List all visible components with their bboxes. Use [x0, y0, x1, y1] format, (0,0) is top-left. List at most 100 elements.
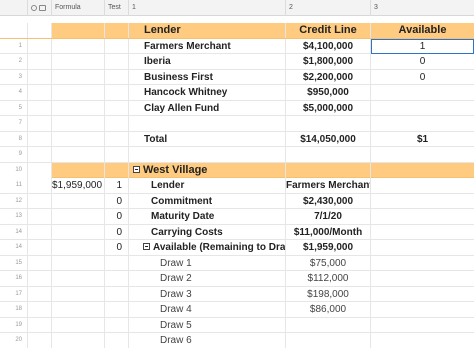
test-cell[interactable] — [105, 100, 129, 116]
row-number[interactable]: 20 — [0, 333, 28, 348]
row-number[interactable]: 10 — [0, 162, 28, 178]
formula-cell[interactable] — [52, 240, 105, 255]
formula-cell[interactable] — [52, 38, 105, 54]
formula-cell[interactable] — [52, 100, 105, 116]
col3-cell[interactable] — [371, 271, 474, 286]
col3-cell[interactable] — [371, 287, 474, 302]
column-header-2[interactable]: 2 — [286, 0, 371, 16]
formula-cell[interactable] — [52, 286, 105, 302]
formula-cell[interactable] — [52, 85, 105, 100]
row-number[interactable]: 13 — [0, 209, 28, 224]
row-number[interactable] — [0, 23, 28, 38]
col3-cell[interactable] — [371, 178, 474, 193]
col3-cell[interactable] — [371, 318, 474, 333]
row-number[interactable]: 11 — [0, 178, 28, 193]
primary-cell[interactable]: Draw 1 — [129, 255, 286, 271]
formula-cell[interactable] — [52, 224, 105, 240]
primary-cell[interactable]: Clay Allen Fund — [129, 100, 286, 116]
table-row[interactable]: 18 Draw 4 $86,000 — [0, 302, 474, 318]
formula-cell[interactable] — [52, 131, 105, 147]
col2-cell[interactable]: $2,430,000 — [286, 193, 371, 209]
primary-cell[interactable]: Lender — [129, 178, 286, 193]
col3-cell-selected[interactable]: 1 — [371, 38, 474, 54]
test-cell[interactable] — [105, 116, 129, 131]
table-row[interactable]: 4 Hancock Whitney $950,000 — [0, 85, 474, 101]
col3-cell[interactable] — [371, 116, 474, 131]
corner-cell[interactable] — [0, 0, 28, 16]
row-number[interactable]: 4 — [0, 85, 28, 100]
primary-cell[interactable]: Available (Remaining to Draw) — [129, 240, 286, 255]
formula-cell[interactable] — [52, 162, 105, 178]
col3-cell[interactable] — [371, 147, 474, 162]
table-row[interactable]: 16 Draw 2 $112,000 — [0, 271, 474, 287]
col3-cell[interactable] — [371, 194, 474, 209]
col2-cell[interactable]: $1,959,000 — [286, 240, 371, 255]
formula-cell[interactable] — [52, 333, 105, 348]
test-cell[interactable] — [105, 317, 129, 333]
row-number[interactable]: 14 — [0, 240, 28, 255]
table-row[interactable]: 14 0 Carrying Costs $11,000/Month — [0, 224, 474, 240]
primary-cell[interactable]: Draw 3 — [129, 286, 286, 302]
primary-cell[interactable]: Maturity Date — [129, 209, 286, 224]
formula-cell[interactable] — [52, 255, 105, 271]
table-row[interactable]: 5 Clay Allen Fund $5,000,000 — [0, 100, 474, 116]
test-cell[interactable] — [105, 271, 129, 286]
column-header-3[interactable]: 3 — [371, 0, 474, 16]
row-number[interactable]: 12 — [0, 193, 28, 209]
table-row[interactable]: 7 — [0, 116, 474, 132]
table-row[interactable]: 17 Draw 3 $198,000 — [0, 286, 474, 302]
row-number[interactable]: 7 — [0, 116, 28, 131]
col3-cell[interactable] — [371, 225, 474, 240]
test-cell[interactable] — [105, 286, 129, 302]
col2-cell[interactable]: $198,000 — [286, 286, 371, 302]
column-header-formula[interactable]: Formula — [52, 0, 105, 16]
formula-cell[interactable] — [52, 209, 105, 224]
test-cell[interactable] — [105, 69, 129, 85]
test-cell[interactable] — [105, 54, 129, 69]
primary-cell[interactable]: Business First — [129, 69, 286, 85]
primary-cell[interactable]: Commitment — [129, 193, 286, 209]
col3-cell[interactable] — [371, 85, 474, 100]
col2-cell[interactable]: $2,200,000 — [286, 69, 371, 85]
col2-cell[interactable]: Farmers Merchant — [286, 178, 371, 193]
table-row[interactable]: Lender Credit Line Available — [0, 23, 474, 39]
test-cell[interactable]: 0 — [105, 209, 129, 224]
column-header-1[interactable]: 1 — [129, 0, 286, 16]
col2-cell[interactable] — [286, 333, 371, 348]
primary-cell[interactable]: West Village — [129, 162, 286, 178]
column-header-test[interactable]: Test — [105, 0, 129, 16]
col3-cell[interactable]: 0 — [371, 70, 474, 85]
row-number[interactable]: 3 — [0, 69, 28, 85]
formula-cell[interactable] — [52, 193, 105, 209]
row-number[interactable]: 17 — [0, 286, 28, 302]
row-number[interactable]: 5 — [0, 100, 28, 116]
col2-cell[interactable]: $950,000 — [286, 85, 371, 100]
test-cell[interactable] — [105, 131, 129, 147]
table-row-parent[interactable]: 14 0 Available (Remaining to Draw) $1,95… — [0, 240, 474, 256]
col3-cell[interactable] — [371, 302, 474, 317]
col2-cell[interactable]: $11,000/Month — [286, 224, 371, 240]
col3-cell[interactable] — [371, 209, 474, 224]
primary-cell[interactable]: Draw 4 — [129, 302, 286, 317]
primary-cell[interactable]: Hancock Whitney — [129, 85, 286, 100]
test-cell[interactable]: 0 — [105, 224, 129, 240]
col3-cell[interactable] — [371, 101, 474, 116]
table-row[interactable]: 8 Total $14,050,000 $1 — [0, 131, 474, 147]
col2-cell[interactable]: $1,800,000 — [286, 54, 371, 69]
table-row-section-header[interactable]: 10 West Village — [0, 162, 474, 178]
formula-cell[interactable] — [52, 69, 105, 85]
test-cell[interactable] — [105, 333, 129, 348]
formula-cell[interactable] — [52, 302, 105, 317]
test-cell[interactable] — [105, 38, 129, 54]
test-cell[interactable] — [105, 162, 129, 178]
table-row[interactable]: 9 — [0, 147, 474, 163]
formula-cell[interactable] — [52, 54, 105, 69]
test-cell[interactable]: 0 — [105, 240, 129, 255]
collapse-toggle-icon[interactable] — [143, 243, 150, 250]
test-cell[interactable]: 1 — [105, 178, 129, 193]
primary-cell[interactable] — [129, 147, 286, 162]
col2-cell[interactable]: 7/1/20 — [286, 209, 371, 224]
formula-cell[interactable]: $1,959,000 — [52, 178, 105, 193]
formula-cell[interactable] — [52, 147, 105, 162]
table-row[interactable]: 15 Draw 1 $75,000 — [0, 255, 474, 271]
